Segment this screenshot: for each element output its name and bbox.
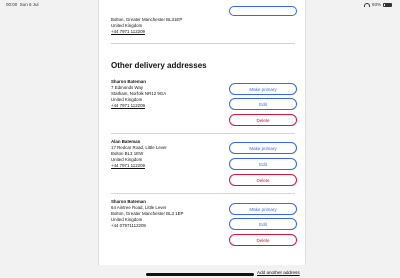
address-phone: +44 07971112209 <box>111 223 146 228</box>
delete-button[interactable]: Delete <box>229 174 297 186</box>
primary-address: Bolton, Greater Manchester BL31EP United… <box>111 17 182 35</box>
edit-button[interactable]: Edit <box>229 98 297 110</box>
address-phone: +44 7971 112209 <box>111 103 145 108</box>
make-primary-button[interactable]: Make primary <box>229 142 297 154</box>
divider <box>111 43 295 44</box>
make-primary-button[interactable]: Make primary <box>229 83 297 95</box>
primary-edit-button-partial[interactable] <box>229 6 297 16</box>
status-right: 93% <box>363 2 392 7</box>
delete-button[interactable]: Delete <box>229 234 297 246</box>
edit-button[interactable]: Edit <box>229 158 297 170</box>
address-phone: +44 7971 112209 <box>111 163 145 168</box>
divider <box>111 133 295 134</box>
make-primary-button[interactable]: Make primary <box>229 203 297 215</box>
battery-percent: 93% <box>371 2 381 7</box>
delete-button[interactable]: Delete <box>229 114 297 126</box>
divider <box>111 193 295 194</box>
home-indicator[interactable] <box>146 273 254 276</box>
address-card: Alan Bateman 17 Redcar Road, Little Leve… <box>111 139 167 169</box>
address-card: Sharon Bateman 64 Aintree Road, Little L… <box>111 199 183 229</box>
wifi-icon <box>363 2 370 7</box>
address-phone: +44 7971 112209 <box>111 29 145 34</box>
edit-button[interactable]: Edit <box>229 218 297 230</box>
add-another-address-link[interactable]: Add another address <box>257 270 300 275</box>
address-panel: Bolton, Greater Manchester BL31EP United… <box>98 0 306 265</box>
address-card: Sharon Bateman 7 Edmonds Way Statham, No… <box>111 79 166 109</box>
section-title: Other delivery addresses <box>111 61 207 70</box>
battery-icon <box>383 2 392 7</box>
